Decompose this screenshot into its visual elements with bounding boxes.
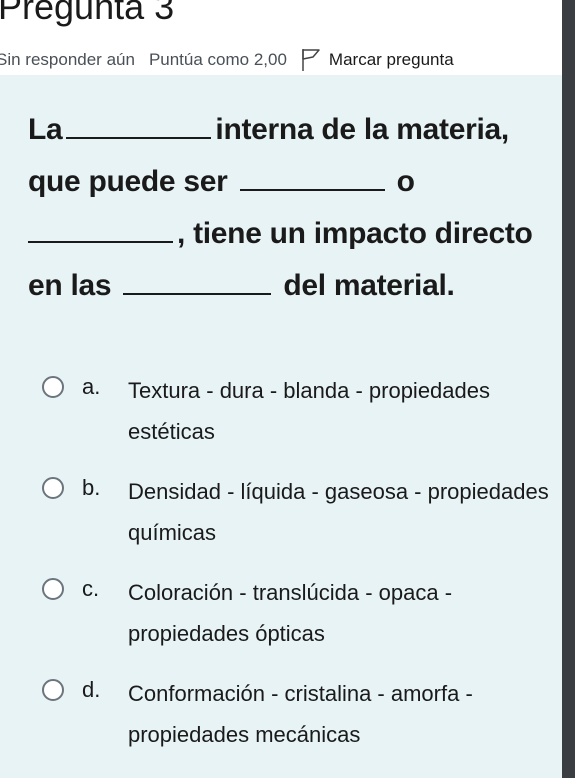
stem-part-5: del material. (283, 269, 455, 302)
option-c[interactable]: c. Coloración - translúcida - opaca - pr… (0, 568, 562, 669)
answer-options: a. Textura - dura - blanda - propiedades… (0, 366, 562, 770)
question-title: Pregunta 3 (0, 0, 175, 27)
option-letter: a. (82, 374, 101, 399)
option-text: Textura - dura - blanda - propiedades es… (128, 378, 490, 444)
blank-3 (28, 215, 173, 243)
option-text: Coloración - translúcida - opaca - propi… (128, 580, 453, 646)
blank-2 (239, 163, 385, 191)
stem-part-1: La (28, 113, 63, 146)
option-letter: c. (82, 576, 100, 601)
flag-icon (302, 49, 320, 71)
radio-d[interactable] (42, 679, 64, 701)
option-letter: b. (82, 475, 101, 500)
option-d[interactable]: d. Conformación - cristalina - amorfa - … (0, 669, 562, 770)
radio-a[interactable] (42, 376, 64, 398)
option-text: Conformación - cristalina - amorfa - pro… (128, 681, 473, 747)
radio-b[interactable] (42, 477, 64, 499)
option-text: Densidad - líquida - gaseosa - propiedad… (128, 479, 549, 545)
scrollbar[interactable] (562, 0, 575, 778)
option-a[interactable]: a. Textura - dura - blanda - propiedades… (0, 366, 562, 467)
blank-1 (66, 111, 212, 139)
blank-4 (123, 267, 272, 295)
option-letter: d. (82, 677, 101, 702)
question-grade: Puntúa como 2,00 (148, 50, 287, 69)
flag-question-button[interactable]: Marcar pregunta (301, 48, 454, 72)
question-info: Pregunta 3 Sin responder aún Puntúa como… (0, 0, 562, 76)
flag-question-label: Marcar pregunta (328, 50, 454, 69)
question-meta: Sin responder aún Puntúa como 2,00 Marca… (0, 47, 454, 73)
stem-part-3: o (396, 165, 415, 198)
radio-c[interactable] (42, 578, 64, 600)
question-status: Sin responder aún (0, 50, 135, 69)
question-stem: La interna de la materia, que puede ser o… (28, 104, 558, 312)
option-b[interactable]: b. Densidad - líquida - gaseosa - propie… (0, 467, 562, 568)
